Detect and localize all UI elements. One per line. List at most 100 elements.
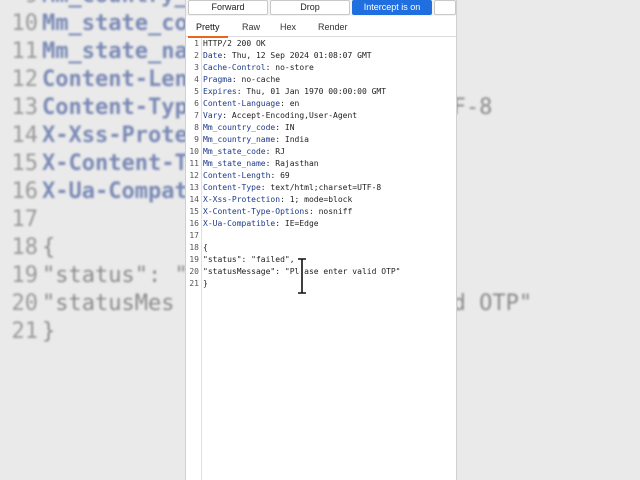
- header-value: }: [203, 279, 208, 288]
- line-number: 18: [189, 243, 199, 252]
- burp-response-panel: Forward Drop Intercept is on Pretty Raw …: [185, 0, 457, 480]
- header-name: X-Ua-Compatible: [203, 219, 276, 228]
- line-text: HTTP/2 200 OK: [203, 38, 266, 50]
- line-number: 13: [189, 183, 199, 192]
- header-name: Vary: [203, 111, 223, 120]
- background-line-number: 21: [11, 319, 39, 344]
- header-value: {: [203, 243, 208, 252]
- line-number: 7: [194, 111, 199, 120]
- background-header-name: Content-Typ: [42, 95, 188, 120]
- line-number: 15: [189, 207, 199, 216]
- header-value: : 1; mode=block: [280, 195, 353, 204]
- line-text: Content-Type: text/html;charset=UTF-8: [203, 182, 381, 194]
- forward-button[interactable]: Forward: [188, 0, 268, 15]
- line-number: 1: [194, 39, 199, 48]
- line-text: Cache-Control: no-store: [203, 62, 314, 74]
- background-header-name: Mm_state_co: [42, 11, 188, 36]
- line-text: Mm_country_name: India: [203, 134, 309, 146]
- header-value: : no-cache: [231, 75, 281, 84]
- line-text: Mm_state_name: Rajasthan: [203, 158, 319, 170]
- line-number: 20: [189, 267, 199, 276]
- background-header-name: X-Content-T: [42, 151, 188, 176]
- line-text: Expires: Thu, 01 Jan 1970 00:00:00 GMT: [203, 86, 386, 98]
- line-text: }: [203, 278, 208, 290]
- header-value: : no-store: [265, 63, 314, 72]
- tab-render[interactable]: Render: [310, 18, 356, 36]
- view-tabs: Pretty Raw Hex Render: [186, 18, 456, 38]
- header-value: : IN: [275, 123, 295, 132]
- background-line-number: 19: [11, 263, 39, 288]
- more-button[interactable]: [434, 0, 456, 15]
- background-header-name: X-Ua-Compat: [42, 179, 188, 204]
- line-number: 5: [194, 87, 199, 96]
- background-line-number: 9: [0, 0, 38, 10]
- background-text: {: [42, 235, 56, 260]
- line-number: 16: [189, 219, 199, 228]
- background-line-number: 15: [11, 151, 39, 176]
- header-value: : India: [275, 135, 309, 144]
- header-name: Content-Language: [203, 99, 281, 108]
- header-value: : en: [280, 99, 300, 108]
- background-text: }: [42, 319, 56, 344]
- header-name: Content-Type: [203, 183, 261, 192]
- line-number: 8: [194, 123, 199, 132]
- drop-button[interactable]: Drop: [270, 0, 350, 15]
- header-name: Mm_state_code: [203, 147, 266, 156]
- header-value: : Thu, 12 Sep 2024 01:08:07 GMT: [222, 51, 372, 60]
- line-text: X-Xss-Protection: 1; mode=block: [203, 194, 352, 206]
- header-name: X-Content-Type-Options: [203, 207, 309, 216]
- line-number: 12: [189, 171, 199, 180]
- header-value: HTTP/2 200 OK: [203, 39, 266, 48]
- tab-hex[interactable]: Hex: [272, 18, 304, 36]
- header-name: Mm_country_code: [203, 123, 276, 132]
- header-name: X-Xss-Protection: [203, 195, 281, 204]
- line-number: 14: [189, 195, 199, 204]
- header-name: Mm_state_name: [203, 159, 266, 168]
- text-cursor-icon: [298, 258, 306, 294]
- header-name: Pragma: [203, 75, 232, 84]
- intercept-toggle-button[interactable]: Intercept is on: [352, 0, 432, 15]
- line-text: Date: Thu, 12 Sep 2024 01:08:07 GMT: [203, 50, 372, 62]
- line-text: Pragma: no-cache: [203, 74, 280, 86]
- header-value: : IE=Edge: [275, 219, 319, 228]
- header-value: : RJ: [265, 147, 285, 156]
- header-value: : Rajasthan: [265, 159, 319, 168]
- header-value: : Thu, 01 Jan 1970 00:00:00 GMT: [236, 87, 387, 96]
- tab-pretty[interactable]: Pretty: [188, 18, 228, 38]
- line-text: {: [203, 242, 208, 254]
- header-name: Date: [203, 51, 223, 60]
- line-text: Content-Length: 69: [203, 170, 290, 182]
- line-number: 3: [194, 63, 199, 72]
- header-name: Expires: [203, 87, 237, 96]
- line-text: Vary: Accept-Encoding,User-Agent: [203, 110, 357, 122]
- line-number: 17: [189, 231, 199, 240]
- line-text: X-Ua-Compatible: IE=Edge: [203, 218, 319, 230]
- line-number: 21: [189, 279, 199, 288]
- intercept-toolbar: Forward Drop Intercept is on: [186, 0, 456, 16]
- background-line-number: 17: [11, 207, 39, 232]
- line-number: 2: [194, 51, 199, 60]
- background-line-number: 16: [11, 179, 39, 204]
- background-line-number: 10: [11, 11, 39, 36]
- line-number: 4: [194, 75, 199, 84]
- response-editor[interactable]: 1 HTTP/2 200 OK 2 Date: Thu, 12 Sep 2024 01…: [186, 38, 456, 480]
- tab-raw[interactable]: Raw: [234, 18, 268, 36]
- line-number: 10: [189, 147, 199, 156]
- line-number: 6: [194, 99, 199, 108]
- background-header-name: Mm_state_na: [42, 39, 188, 64]
- line-text: "status": "failed",: [203, 254, 295, 266]
- background-line-number: 12: [11, 67, 39, 92]
- header-name: Content-Length: [203, 171, 271, 180]
- line-number: 9: [194, 135, 199, 144]
- background-header-name: Content-Len: [42, 67, 188, 92]
- header-value: "status": "failed",: [203, 255, 295, 264]
- line-text: Content-Language: en: [203, 98, 299, 110]
- background-line-number: 18: [11, 235, 39, 260]
- header-value: : 69: [270, 171, 290, 180]
- header-name: Cache-Control: [203, 63, 266, 72]
- line-number: 19: [189, 255, 199, 264]
- header-value: : nosniff: [308, 207, 353, 216]
- header-value: : Accept-Encoding,User-Agent: [222, 111, 358, 120]
- background-line-number: 13: [11, 95, 39, 120]
- background-header-name: Mm_country_: [42, 0, 188, 8]
